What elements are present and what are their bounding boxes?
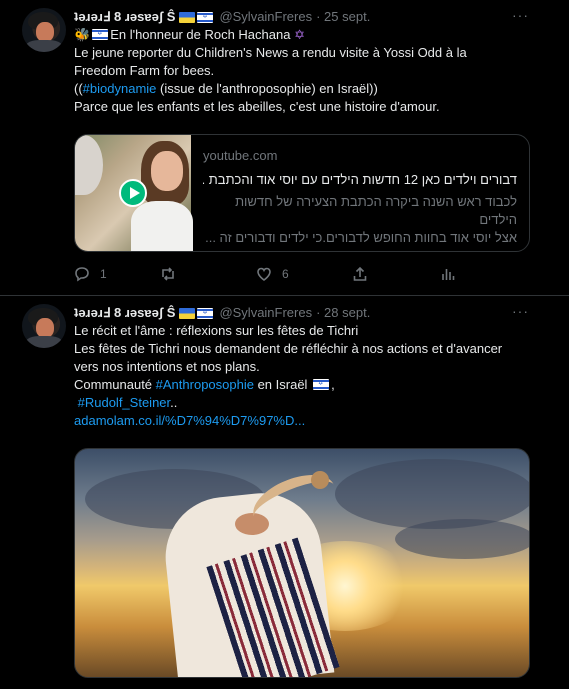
hashtag-link[interactable]: #Anthroposophie bbox=[156, 377, 254, 392]
tweet-line: Parce que les enfants et les abeilles, c… bbox=[74, 99, 440, 114]
tweet-image[interactable] bbox=[74, 448, 530, 678]
tweet-line: Le récit et l'âme : réflexions sur les f… bbox=[74, 323, 359, 338]
tweet[interactable]: ʇǝɹǝɹℲ 8 ɹǝsɐǝʃ Ŝ ✡ @SylvainFreres · 28 … bbox=[0, 296, 569, 689]
tweet-text: 🐝 ✡ En l'honneur de Roch Hachana ✡ Le jeun… bbox=[74, 26, 557, 116]
israel-flag-icon: ✡ bbox=[197, 307, 214, 319]
star-of-david-icon: ✡ bbox=[294, 27, 305, 42]
reply-count: 1 bbox=[100, 267, 107, 281]
like-count: 6 bbox=[282, 267, 289, 281]
ukraine-flag-icon bbox=[179, 11, 196, 23]
author-handle[interactable]: @SylvainFreres bbox=[219, 8, 312, 26]
israel-flag-icon: ✡ bbox=[92, 29, 109, 40]
stats-button[interactable] bbox=[440, 266, 480, 282]
tweet-text-fragment: (( bbox=[74, 81, 83, 96]
card-title: דבורים וילדים כאן 12 חדשות הילדים עם יוס… bbox=[203, 172, 517, 187]
tweet-text-fragment: .. bbox=[170, 395, 178, 410]
more-options-icon[interactable]: ··· bbox=[512, 302, 529, 320]
card-thumbnail[interactable] bbox=[75, 135, 193, 251]
share-icon bbox=[353, 266, 367, 281]
tweet-date[interactable]: · 28 sept. bbox=[316, 304, 370, 322]
reply-button[interactable]: 1 bbox=[74, 265, 160, 283]
card-description-line: לכבוד ראש השנה ביקרה הכתבת הצעירה של חדש… bbox=[235, 194, 517, 227]
reply-icon bbox=[75, 267, 89, 282]
like-icon bbox=[257, 267, 271, 281]
like-button[interactable]: 6 bbox=[256, 265, 352, 283]
play-icon[interactable] bbox=[119, 179, 147, 207]
tweet-header: ʇǝɹǝɹℲ 8 ɹǝsɐǝʃ Ŝ ✡ @SylvainFreres · 25 … bbox=[74, 8, 557, 26]
tweet-actions: 1 6 bbox=[74, 264, 528, 284]
israel-flag-icon: ✡ bbox=[313, 379, 330, 390]
tweet-line: Le jeune reporter du Children's News a r… bbox=[74, 45, 467, 60]
avatar[interactable] bbox=[22, 304, 66, 348]
tweet-text-fragment: Communauté bbox=[74, 377, 156, 392]
tweet-line: Freedom Farm for bees. bbox=[74, 63, 215, 78]
link-card[interactable]: youtube.com דבורים וילדים כאן 12 חדשות ה… bbox=[74, 134, 530, 252]
retweet-button[interactable] bbox=[160, 266, 256, 282]
hashtag-link[interactable]: #biodynamie bbox=[83, 81, 157, 96]
card-description-line: אצל יוסי אוד בחוות החופש לדבורים.כי ילדי… bbox=[205, 230, 517, 245]
tweet-text-fragment: (issue de l'anthroposophie) en Israël)) bbox=[156, 81, 378, 96]
retweet-icon bbox=[162, 267, 174, 281]
ukraine-flag-icon bbox=[179, 307, 196, 319]
hashtag-link[interactable]: #Rudolf_Steiner bbox=[78, 395, 171, 410]
tweet-text-fragment: en Israël bbox=[253, 377, 308, 392]
tweet-line: Les fêtes de Tichri nous demandent de ré… bbox=[74, 341, 503, 356]
tweet[interactable]: ʇǝɹǝɹℲ 8 ɹǝsɐǝʃ Ŝ ✡ @SylvainFreres · 25 … bbox=[0, 0, 569, 296]
author-name[interactable]: ʇǝɹǝɹℲ 8 ɹǝsɐǝʃ Ŝ bbox=[74, 304, 175, 322]
url-link[interactable]: adamolam.co.il/%D7%94%D7%97%D... bbox=[74, 413, 305, 428]
stats-icon bbox=[442, 269, 455, 280]
tweet-line: vers nos intentions et nos plans. bbox=[74, 359, 260, 374]
author-handle[interactable]: @SylvainFreres bbox=[219, 304, 312, 322]
card-description: לכבוד ראש השנה ביקרה הכתבת הצעירה של חדש… bbox=[203, 193, 517, 247]
tweet-line: En l'honneur de Roch Hachana bbox=[110, 27, 291, 42]
avatar[interactable] bbox=[22, 8, 66, 52]
tweet-text: Le récit et l'âme : réflexions sur les f… bbox=[74, 322, 557, 430]
tweet-date[interactable]: · 25 sept. bbox=[316, 8, 370, 26]
tweet-header: ʇǝɹǝɹℲ 8 ɹǝsɐǝʃ Ŝ ✡ @SylvainFreres · 28 … bbox=[74, 304, 557, 322]
israel-flag-icon: ✡ bbox=[197, 11, 214, 23]
bee-icon: 🐝 bbox=[74, 27, 91, 42]
card-domain: youtube.com bbox=[203, 148, 278, 163]
share-button[interactable] bbox=[352, 266, 440, 282]
more-options-icon[interactable]: ··· bbox=[512, 6, 529, 24]
author-name[interactable]: ʇǝɹǝɹℲ 8 ɹǝsɐǝʃ Ŝ bbox=[74, 8, 175, 26]
